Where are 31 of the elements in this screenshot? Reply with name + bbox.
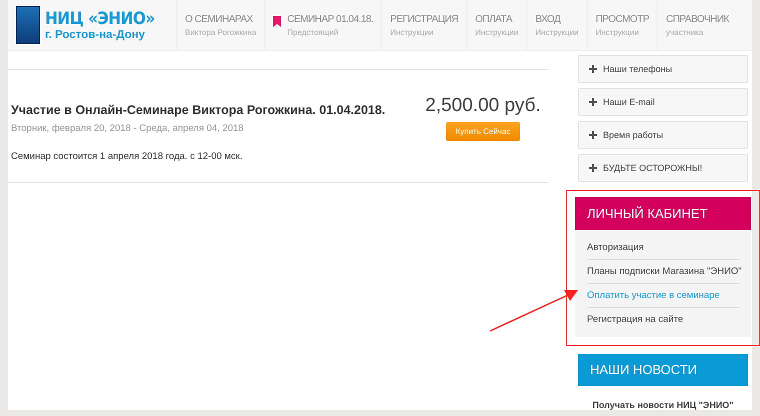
event-description: Семинар состоится 1 апреля 2018 года. с 12-00 мск. bbox=[11, 151, 244, 162]
site-subtitle: г. Ростов-на-Дону bbox=[45, 29, 146, 41]
buy-now-button[interactable]: Купить Сейчас bbox=[446, 122, 520, 141]
site-title[interactable]: НИЦ «ЭНИО» bbox=[45, 9, 155, 29]
panel-heading: ЛИЧНЫЙ КАБИНЕТ bbox=[575, 197, 751, 230]
event-price: 2,500.00 руб. bbox=[425, 95, 541, 117]
accordion-item[interactable]: Наши телефоны bbox=[578, 55, 748, 83]
nav-item[interactable]: СЕМИНАР 01.04.18. Предстоящий bbox=[264, 0, 382, 50]
nav-item[interactable]: РЕГИСТРАЦИЯ Инструкции bbox=[381, 0, 466, 50]
accordion-item[interactable]: Время работы bbox=[578, 121, 748, 149]
bookmark-icon bbox=[273, 16, 282, 27]
plus-icon bbox=[589, 65, 597, 73]
subscribe-link[interactable]: Получать новости НИЦ "ЭНИО" bbox=[578, 400, 748, 410]
logo-emblem-icon bbox=[16, 6, 40, 44]
event-title: Участие в Онлайн-Семинаре Виктора Рогожкина. 01.04.2018. bbox=[11, 103, 386, 117]
nav-item[interactable]: ОПЛАТА Инструкции bbox=[466, 0, 526, 50]
panel-heading: НАШИ НОВОСТИ bbox=[578, 354, 748, 386]
nav-item[interactable]: ВХОД Инструкции bbox=[526, 0, 587, 50]
nav-item[interactable]: О СЕМИНАРАХ Виктора Рогожкина bbox=[176, 0, 264, 50]
accordion-item[interactable]: Наши E-mail bbox=[578, 88, 748, 116]
plus-icon bbox=[589, 98, 597, 106]
nav-item[interactable]: СПРАВОЧНИК участника bbox=[657, 0, 737, 50]
menu-link[interactable]: Авторизация bbox=[587, 236, 739, 260]
plus-icon bbox=[589, 164, 597, 172]
event-dates: Вторник, февраля 20, 2018 - Среда, апреля 04, 2018 bbox=[11, 123, 245, 134]
menu-link[interactable]: Оплатить участие в семинаре bbox=[587, 284, 739, 308]
menu-link[interactable]: Планы подписки Магазина "ЭНИО" bbox=[587, 260, 739, 284]
nav-item[interactable]: ПРОСМОТР Инструкции bbox=[586, 0, 657, 50]
menu-link[interactable]: Регистрация на сайте bbox=[587, 308, 739, 331]
accordion-item[interactable]: БУДЬТЕ ОСТОРОЖНЫ! bbox=[578, 154, 748, 182]
plus-icon bbox=[589, 131, 597, 139]
